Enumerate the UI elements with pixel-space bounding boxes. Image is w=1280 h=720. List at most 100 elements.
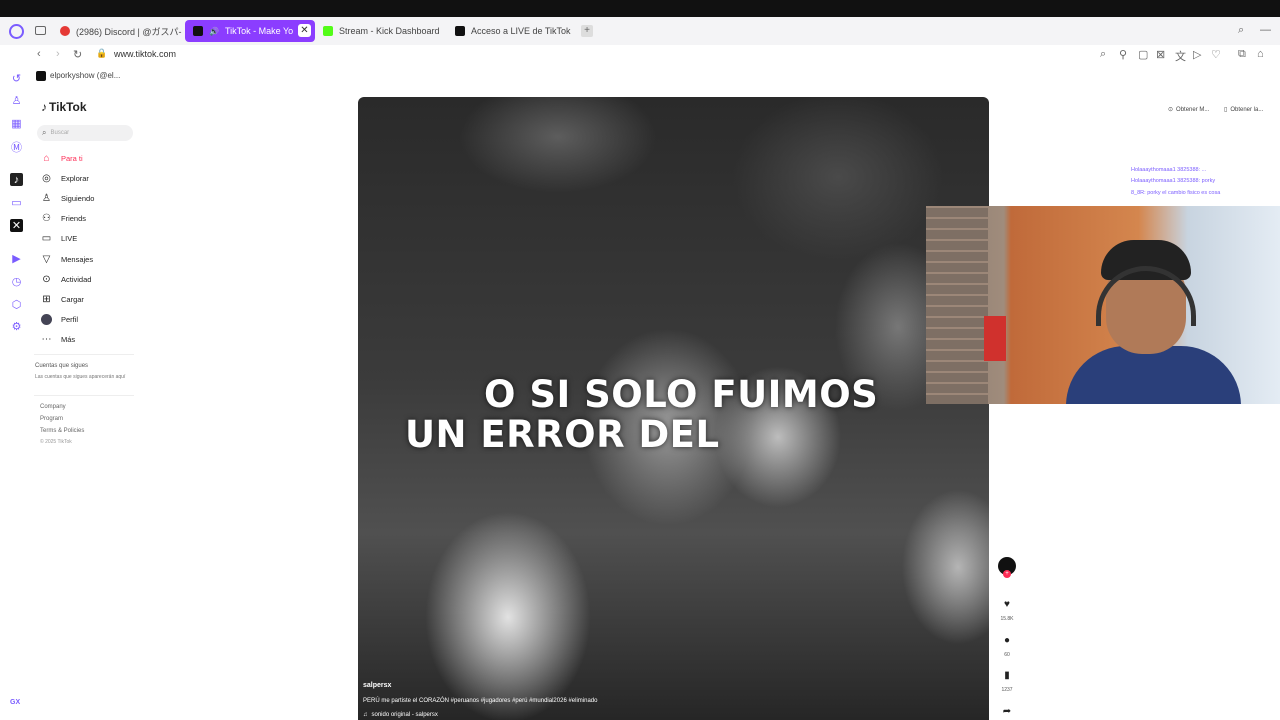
divider [34,354,134,355]
nav-label: Actividad [61,275,92,284]
messages-icon: ▽ [42,254,51,265]
like-button[interactable]: ♥ 15.8K [998,594,1016,622]
comment-button[interactable]: ● 60 [998,630,1016,658]
tiktok-favicon-icon [193,26,203,36]
nav-live[interactable]: ▭ LIVE [41,233,78,244]
tiktok-logo[interactable]: ♪ TikTok [41,100,87,114]
zoom-icon[interactable]: ⌕ [1100,48,1106,61]
wallet-icon[interactable]: ⌂ [1257,48,1264,60]
get-desktop-button[interactable]: ▯ Obtener la... [1224,106,1264,114]
video-sound[interactable]: ♫ sonido original - salpersx [363,712,438,718]
nav-mensajes[interactable]: ▽ Mensajes [41,254,93,265]
tab-label: Acceso a LIVE de TikTok [471,26,571,36]
music-note-icon: ♫ [363,712,368,718]
following-title: Cuentas que sigues [35,363,89,369]
video-author[interactable]: salpersx [363,682,391,689]
vpn-icon[interactable]: ⊠ [1156,48,1165,61]
person-shirt [1066,346,1241,404]
search-input[interactable]: ⌕ Buscar [37,125,133,141]
settings-icon[interactable]: ⚙ [10,320,23,333]
pin-icon[interactable]: ⚲ [1119,48,1127,61]
brick-wall [926,206,988,404]
upload-icon: ⊞ [42,294,51,305]
speaker-icon[interactable]: 🔊 [209,27,219,36]
tab-overview-icon[interactable] [35,26,46,35]
close-tab-icon[interactable]: ✕ [298,24,311,37]
button-label: Obtener la... [1230,106,1264,113]
cube-icon[interactable]: ⬡ [10,298,23,311]
search-tabs-icon[interactable]: ⌕ [1238,24,1244,37]
chat-message: 8_8R: porky el cambio fisico es cosa [1131,190,1221,196]
activity-icon: ⊙ [42,274,51,285]
nav-actividad[interactable]: ⊙ Actividad [41,274,91,285]
back-icon[interactable]: ‹ [37,48,41,60]
heart-icon: ♥ [1004,599,1010,610]
workspace-icon[interactable]: ▦ [10,117,23,130]
nav-label: Explorar [61,174,89,183]
tab-tiktok[interactable]: 🔊 TikTok - Make Yo ✕ [185,20,315,42]
comment-icon: ● [1003,635,1011,646]
avatar [41,314,52,325]
nav-label: Más [61,335,76,344]
nav-para-ti[interactable]: ⌂ Para ti [41,153,82,164]
like-count: 15.8K [1000,616,1014,622]
sound-label: sonido original - salpersx [371,712,438,718]
video-player[interactable]: O SI SOLO FUIMOS UN ERROR DEL salpersx P… [358,97,989,720]
player-icon[interactable]: ▶ [10,252,23,265]
follow-plus-icon[interactable]: + [1003,570,1011,578]
footer-terms[interactable]: Terms & Policies [40,428,84,434]
tab-discord[interactable]: (2986) Discord | @ガスパ- [52,20,182,42]
snapshot-icon[interactable]: ▢ [1138,48,1148,61]
nav-perfil[interactable]: Perfil [41,314,78,325]
forward-icon[interactable]: › [56,48,60,60]
history-icon[interactable]: ↺ [10,72,23,85]
new-tab-button[interactable]: + [581,25,593,37]
tab-label: TikTok - Make Yo [224,26,294,36]
chat-message: Holaaaythomaaa1 3825388: ... [1131,167,1207,173]
nav-explorar[interactable]: ◎ Explorar [41,173,89,184]
friends-icon: ⚇ [42,213,51,224]
minimize-icon[interactable]: — [1260,24,1271,36]
tiktok-rail-icon[interactable]: ♪ [10,173,23,186]
address-bar-row: ‹ › ↻ 🔒 www.tiktok.com ⌕ ⚲ ▢ ⊠ 文 ▷ ♡ ⧉ ⌂ [0,45,1280,65]
nav-friends[interactable]: ⚇ Friends [41,213,86,224]
tiktok-favicon-icon [455,26,465,36]
clock-icon[interactable]: ◷ [10,275,23,288]
compass-icon: ◎ [42,173,51,184]
get-app-button[interactable]: ⊙ Obtener M... [1168,106,1209,114]
kick-favicon-icon [323,26,333,36]
nav-siguiendo[interactable]: ♙ Siguiendo [41,193,94,204]
extensions-icon[interactable]: ⧉ [1238,48,1246,61]
nav-label: Cargar [61,295,84,304]
x-icon[interactable]: ✕ [10,219,23,232]
bookmark-elporkyshow[interactable]: elporkyshow (@el... [50,71,120,80]
home-icon: ⌂ [43,153,50,164]
author-avatar[interactable]: + [998,557,1016,578]
os-top-bar [0,0,1280,17]
tab-kick[interactable]: Stream - Kick Dashboard [315,20,450,42]
tiktok-bookmark-icon [36,71,46,81]
play-icon[interactable]: ▷ [1193,48,1201,61]
nav-mas[interactable]: ⋯ Más [41,334,76,345]
url-field[interactable]: www.tiktok.com [114,49,176,59]
share-icon: ➦ [1002,706,1012,717]
reload-icon[interactable]: ↻ [73,48,82,61]
share-button[interactable]: ➦ [998,701,1016,719]
heart-icon[interactable]: ♡ [1211,48,1221,61]
browser-tab-strip: (2986) Discord | @ガスパ- 🔊 TikTok - Make Y… [0,17,1280,45]
save-button[interactable]: ▮ 1237 [998,665,1016,693]
twitch-icon[interactable]: ▭ [10,196,23,209]
messenger-icon[interactable]: Ⓜ [10,140,23,154]
opera-logo-icon[interactable] [9,24,24,39]
nav-label: Mensajes [61,255,94,264]
footer-program[interactable]: Program [40,416,63,422]
footer-company[interactable]: Company [40,404,66,410]
nav-cargar[interactable]: ⊞ Cargar [41,294,84,305]
following-desc: Las cuentas que sigues aparecerán aquí [35,374,126,380]
search-icon: ⌕ [42,128,47,137]
bookmark-icon: ▮ [1004,670,1010,681]
tab-tiktok-live[interactable]: Acceso a LIVE de TikTok [447,20,582,42]
aria-icon[interactable]: ♙ [10,94,23,107]
translate-icon[interactable]: 文 [1175,48,1186,64]
bookmarks-bar: elporkyshow (@el... [0,67,1280,85]
